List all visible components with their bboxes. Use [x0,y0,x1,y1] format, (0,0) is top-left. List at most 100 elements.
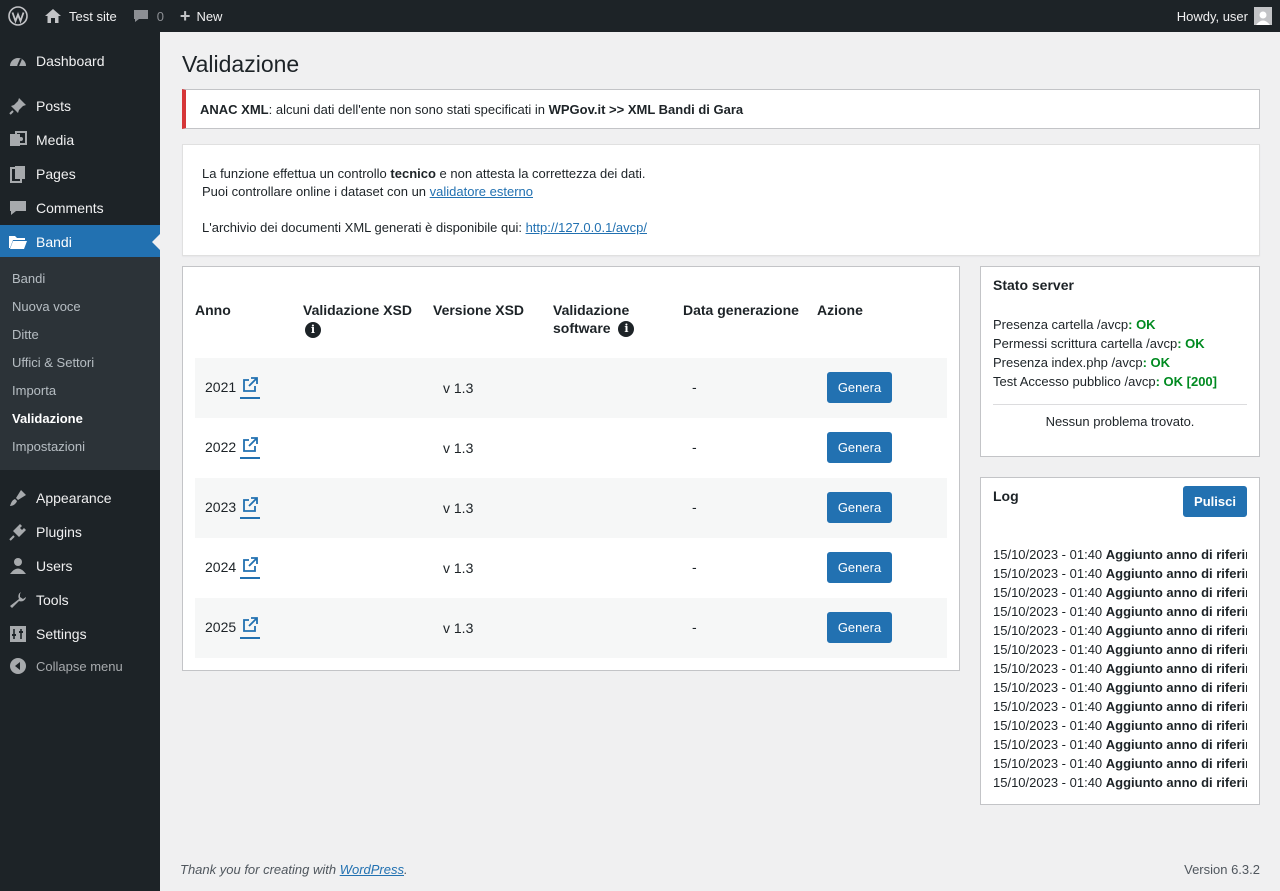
status-line: Permessi scrittura cartella /avcp: OK [993,336,1205,351]
column-header-anno: Anno [195,302,231,318]
log-time: 15/10/2023 - 01:40 [993,756,1106,771]
notice-text: : alcuni dati dell'ente non sono stati s… [268,102,549,117]
column-header-label: Validazione XSD [303,302,412,318]
log-message: Aggiunto anno di riferimento [1105,661,1247,676]
row-date: - [692,619,697,635]
submenu-item-nuova-voce[interactable]: Nuova voce [12,299,81,314]
settings-icon [0,625,36,643]
status-ok: : OK [200] [1155,374,1217,389]
info-icon[interactable]: i [618,321,635,338]
genera-button[interactable]: Genera [827,372,892,403]
plugin-icon [0,523,36,541]
collapse-arrow-icon [0,657,36,675]
sidebar-item-appearance[interactable]: Appearance [0,481,160,515]
log-entry: 15/10/2023 - 01:40 Aggiunto anno di rife… [993,775,1247,790]
collapse-menu-button[interactable]: Collapse menu [0,649,160,683]
my-account-link[interactable]: Howdy, user [1169,0,1280,32]
log-entry: 15/10/2023 - 01:40 Aggiunto anno di rife… [993,547,1247,562]
genera-button[interactable]: Genera [827,552,892,583]
log-message: Aggiunto anno di riferimento [1105,680,1247,695]
info-box: La funzione effettua un controllo tecnic… [182,144,1260,256]
row-version: v 1.3 [443,440,474,456]
external-link-icon[interactable] [240,497,260,519]
log-entry: 15/10/2023 - 01:40 Aggiunto anno di rife… [993,756,1247,771]
column-header-versione-xsd: Versione XSD [433,302,525,318]
sidebar-item-dashboard[interactable]: Dashboard [0,44,160,78]
wordpress-logo-icon[interactable] [0,0,36,32]
log-time: 15/10/2023 - 01:40 [993,547,1106,562]
external-validator-link[interactable]: validatore esterno [430,184,533,199]
clear-log-button[interactable]: Pulisci [1183,486,1247,517]
status-ok: : OK [1142,355,1171,370]
log-time: 15/10/2023 - 01:40 [993,737,1106,752]
pages-icon [0,165,36,183]
sidebar-item-plugins[interactable]: Plugins [0,515,160,549]
log-box: Log Pulisci 15/10/2023 - 01:40 Aggiunto … [980,477,1260,805]
submenu-item-validazione[interactable]: Validazione [12,411,83,426]
log-entry: 15/10/2023 - 01:40 Aggiunto anno di rife… [993,623,1247,638]
info-icon[interactable]: i [305,322,321,339]
submenu-item-impostazioni[interactable]: Impostazioni [12,439,85,454]
external-link-icon[interactable] [240,557,260,579]
genera-button[interactable]: Genera [827,432,892,463]
genera-button[interactable]: Genera [827,612,892,643]
status-label: Presenza index.php /avcp [993,355,1143,370]
dashboard-icon [0,53,36,69]
page-title: Validazione [182,51,300,77]
footer-text: Thank you for creating with [180,862,340,877]
sidebar-item-label: Tools [36,592,69,608]
log-entry: 15/10/2023 - 01:40 Aggiunto anno di rife… [993,642,1247,657]
submenu-item-uffici-settori[interactable]: Uffici & Settori [12,355,94,370]
collapse-menu-label: Collapse menu [36,658,123,674]
sidebar-item-media[interactable]: Media [0,123,160,157]
sidebar-item-tools[interactable]: Tools [0,583,160,617]
admin-bar: Test site 0 + New Howdy, user [0,0,1280,32]
external-link-icon[interactable] [240,617,260,639]
submenu-item-ditte[interactable]: Ditte [12,327,39,342]
log-message: Aggiunto anno di riferimento [1105,604,1247,619]
archive-link[interactable]: http://127.0.0.1/avcp/ [526,220,647,235]
external-link-icon[interactable] [240,437,260,459]
validation-table: Anno Validazione XSD i Versione XSD Vali… [182,266,960,671]
log-time: 15/10/2023 - 01:40 [993,699,1106,714]
wordpress-link[interactable]: WordPress [340,862,404,877]
log-entry: 15/10/2023 - 01:40 Aggiunto anno di rife… [993,737,1247,752]
row-version: v 1.3 [443,500,474,516]
log-time: 15/10/2023 - 01:40 [993,661,1106,676]
sidebar-item-label: Comments [36,200,104,216]
log-time: 15/10/2023 - 01:40 [993,718,1106,733]
log-entry: 15/10/2023 - 01:40 Aggiunto anno di rife… [993,585,1247,600]
sidebar-item-comments[interactable]: Comments [0,191,160,225]
external-link-icon[interactable] [240,377,260,399]
user-icon [0,557,36,575]
sidebar-item-pages[interactable]: Pages [0,157,160,191]
log-message: Aggiunto anno di riferimento [1105,737,1247,752]
comments-link[interactable]: 0 [125,0,172,32]
log-time: 15/10/2023 - 01:40 [993,585,1106,600]
comments-count: 0 [156,8,164,24]
submenu-item-bandi[interactable]: Bandi [12,271,45,286]
sidebar-item-settings[interactable]: Settings [0,617,160,651]
table-row: 2024 v 1.3 - Genera [195,538,947,598]
genera-button[interactable]: Genera [827,492,892,523]
brush-icon [0,489,36,507]
new-content-link[interactable]: + New [172,0,231,32]
sidebar-item-users[interactable]: Users [0,549,160,583]
row-year: 2023 [205,499,237,515]
log-message: Aggiunto anno di riferimento [1105,756,1247,771]
row-year: 2021 [205,379,237,395]
sidebar-item-posts[interactable]: Posts [0,89,160,123]
media-icon [0,131,36,149]
table-row: 2025 v 1.3 - Genera [195,598,947,658]
submenu-item-importa[interactable]: Importa [12,383,56,398]
wrench-icon [0,591,36,609]
log-entry: 15/10/2023 - 01:40 Aggiunto anno di rife… [993,718,1247,733]
column-header-validazione-software: Validazione software i [553,301,635,338]
log-entry: 15/10/2023 - 01:40 Aggiunto anno di rife… [993,566,1247,581]
sidebar-item-bandi[interactable]: Bandi [0,225,160,259]
footer-thanks: Thank you for creating with WordPress. [180,862,408,877]
site-name-link[interactable]: Test site [36,0,125,32]
plus-icon: + [179,5,191,26]
site-name: Test site [69,8,117,24]
status-label: Presenza cartella /avcp [993,317,1129,332]
